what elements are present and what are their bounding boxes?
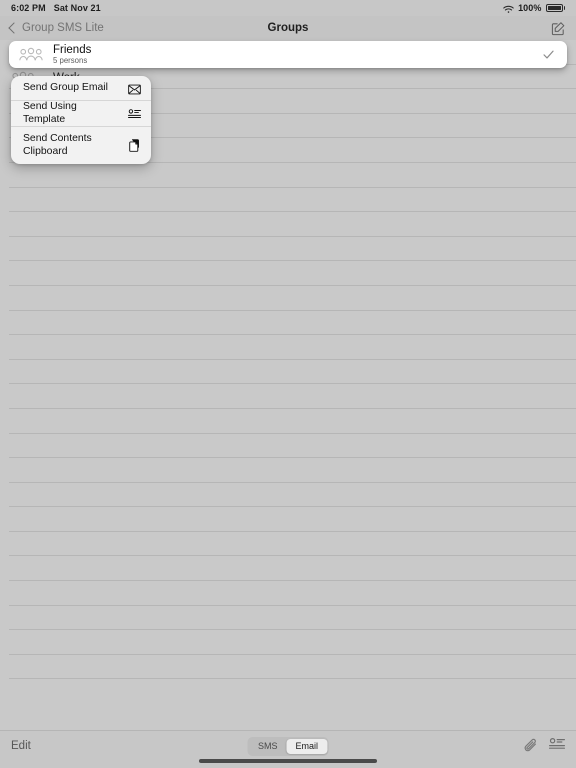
list-row[interactable] xyxy=(0,434,576,459)
menu-item-label: Send Using Template xyxy=(23,101,77,125)
list-row[interactable] xyxy=(0,212,576,237)
list-row[interactable] xyxy=(0,286,576,311)
list-row[interactable] xyxy=(0,409,576,434)
list-row[interactable] xyxy=(0,630,576,655)
navigation-bar-right xyxy=(551,21,566,36)
battery-percent: 100% xyxy=(518,3,542,13)
list-row[interactable] xyxy=(0,384,576,409)
context-menu[interactable]: Send Group Email Send Using Template Sen… xyxy=(11,76,151,164)
list-row[interactable] xyxy=(0,581,576,606)
status-date: Sat Nov 21 xyxy=(53,3,101,13)
list-row[interactable] xyxy=(0,532,576,557)
dragged-group-text: Friends 5 persons xyxy=(53,44,91,66)
envelope-icon xyxy=(128,82,141,95)
list-row[interactable] xyxy=(0,311,576,336)
message-type-segmented-control[interactable]: SMS Email xyxy=(247,737,329,756)
group-name: Friends xyxy=(53,43,92,56)
list-row[interactable] xyxy=(0,483,576,508)
status-bar: 6:02 PM Sat Nov 21 100% xyxy=(0,0,576,16)
chevron-left-icon xyxy=(8,22,20,34)
status-bar-right: 100% xyxy=(503,3,565,13)
list-row[interactable] xyxy=(0,188,576,213)
back-button-label: Group SMS Lite xyxy=(22,22,104,34)
list-row[interactable] xyxy=(0,655,576,680)
list-row[interactable] xyxy=(0,261,576,286)
contact-card-icon xyxy=(128,107,141,120)
list-row[interactable] xyxy=(0,556,576,582)
list-row[interactable] xyxy=(0,335,576,360)
wifi-icon xyxy=(503,5,514,14)
contact-card-icon[interactable] xyxy=(549,738,565,754)
clipboard-copy-icon xyxy=(128,139,141,152)
back-button[interactable]: Group SMS Lite xyxy=(8,22,104,34)
menu-item-send-contents-clipboard[interactable]: Send Contents Clipboard xyxy=(11,126,151,164)
list-row[interactable] xyxy=(0,507,576,532)
list-row[interactable] xyxy=(0,458,576,483)
compose-icon[interactable] xyxy=(551,21,566,36)
dragged-group-card-friends[interactable]: Friends 5 persons xyxy=(9,41,567,68)
group-people-icon xyxy=(19,47,43,62)
group-member-count: 5 persons xyxy=(53,56,88,66)
status-bar-left: 6:02 PM Sat Nov 21 xyxy=(11,3,101,13)
menu-item-send-using-template[interactable]: Send Using Template xyxy=(11,100,151,126)
home-indicator[interactable] xyxy=(199,759,377,763)
battery-icon xyxy=(545,4,565,12)
status-time: 6:02 PM xyxy=(11,3,46,13)
menu-item-send-group-email[interactable]: Send Group Email xyxy=(11,76,151,100)
ipad-screen: 6:02 PM Sat Nov 21 100% Group SMS Lite G… xyxy=(0,0,576,768)
list-row[interactable] xyxy=(0,163,576,188)
menu-item-label: Send Group Email xyxy=(23,81,108,93)
edit-button[interactable]: Edit xyxy=(11,737,31,755)
list-row[interactable] xyxy=(0,360,576,385)
menu-item-label: Send Contents Clipboard xyxy=(23,133,92,157)
checkmark-icon[interactable] xyxy=(542,48,555,61)
list-row[interactable] xyxy=(0,237,576,262)
paperclip-icon[interactable] xyxy=(523,738,539,754)
bottom-toolbar-right xyxy=(523,737,565,754)
row-separator xyxy=(9,678,576,680)
list-row[interactable] xyxy=(0,606,576,631)
segment-sms[interactable]: SMS xyxy=(249,739,287,755)
navigation-bar: Group SMS Lite Groups xyxy=(0,16,576,40)
segment-email[interactable]: Email xyxy=(286,738,328,754)
